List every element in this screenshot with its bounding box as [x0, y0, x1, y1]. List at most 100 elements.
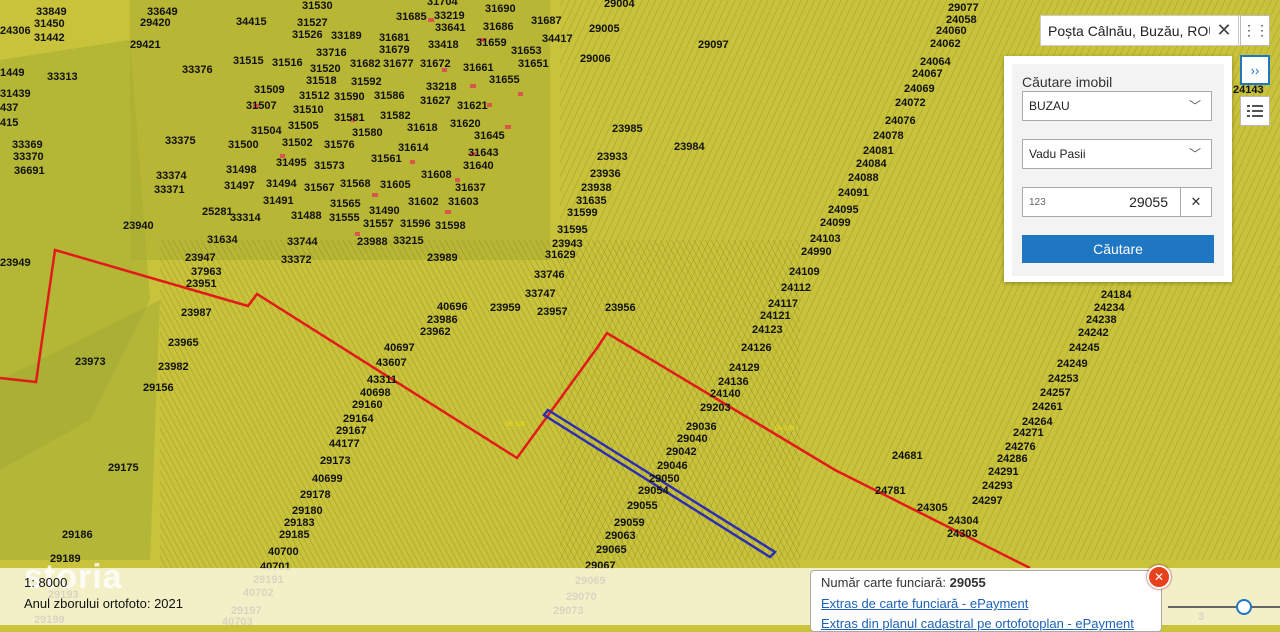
parcel-number-label: 29156	[143, 382, 174, 394]
parcel-number-label: 31576	[324, 139, 355, 151]
parcel-number-label: 33370	[13, 151, 44, 163]
parcel-number-label: 33374	[156, 170, 187, 182]
parcel-number-label: 31635	[576, 195, 607, 207]
cadastral-plan-link[interactable]: Extras din planul cadastral pe ortofotop…	[821, 616, 1134, 631]
property-number-input[interactable]: 29055	[1069, 194, 1180, 210]
parcel-info-popup: Număr carte funciară: 29055 Extras de ca…	[810, 570, 1162, 632]
panel-title: Căutare imobil	[1022, 74, 1113, 90]
parcel-number-label: 24293	[982, 480, 1013, 492]
parcel-number-label: 31682	[350, 58, 381, 70]
parcel-number-label: 29059	[614, 517, 645, 529]
parcel-number-label: 31495	[276, 157, 307, 169]
more-tools-button[interactable]: ⋮⋮	[1240, 15, 1270, 46]
parcel-number-label: 24271	[1013, 427, 1044, 439]
parcel-number-label: 31567	[304, 182, 335, 194]
parcel-number-label: 31505	[288, 120, 319, 132]
parcel-number-label: 31527	[297, 17, 328, 29]
parcel-number-label: 24990	[801, 246, 832, 258]
parcel-number-label: 24249	[1057, 358, 1088, 370]
parcel-number-label: 29063	[605, 530, 636, 542]
parcel-number-label: 31530	[302, 0, 333, 12]
parcel-number-label: 1449	[0, 67, 24, 79]
parcel-number-label: 29054	[638, 485, 669, 497]
number-icon: 123	[1029, 196, 1046, 208]
parcel-number-label: 31504	[251, 125, 282, 137]
parcel-number-label: 24088	[848, 172, 879, 184]
parcel-number-label: 40698	[360, 387, 391, 399]
parcel-number-label: 31586	[374, 90, 405, 102]
clear-number-icon[interactable]: ✕	[1180, 188, 1211, 216]
parcel-number-label: 31651	[518, 58, 549, 70]
parcel-number-label: 31627	[420, 95, 451, 107]
parcel-number-label: 29077	[948, 2, 979, 14]
locality-select[interactable]: Vadu Pasii ﹀	[1022, 139, 1212, 169]
parcel-number-label: 23959	[490, 302, 521, 314]
parcel-number-label: 29167	[336, 425, 367, 437]
search-property-button[interactable]: Căutare	[1022, 235, 1214, 263]
county-select[interactable]: BUZAU ﹀	[1022, 91, 1212, 121]
parcel-number-label: 31614	[398, 142, 429, 154]
parcel-number-label: 24109	[789, 266, 820, 278]
legend-button[interactable]	[1240, 96, 1270, 126]
parcel-number-label: 31510	[293, 104, 324, 116]
cf-extract-link[interactable]: Extras de carte funciară - ePayment	[821, 596, 1028, 611]
collapse-panel-button[interactable]: ››	[1240, 55, 1270, 85]
parcel-number-label: 33716	[316, 47, 347, 59]
parcel-number-label: 24234	[1094, 302, 1125, 314]
parcel-number-label: 33418	[428, 39, 459, 51]
parcel-number-label: 23985	[612, 123, 643, 135]
parcel-number-label: 24062	[930, 38, 961, 50]
opacity-slider-handle[interactable]	[1236, 599, 1252, 615]
parcel-number-label: 24123	[752, 324, 783, 336]
parcel-number-label: 29097	[698, 39, 729, 51]
parcel-number-label: 23956	[605, 302, 636, 314]
parcel-number-label: 29164	[343, 413, 374, 425]
parcel-number-label: 31439	[0, 88, 31, 100]
parcel-number-label: 23951	[186, 278, 217, 290]
parcel-number-label: 34417	[542, 33, 573, 45]
parcel-number-label: 31526	[292, 29, 323, 41]
parcel-number-label: 33375	[165, 135, 196, 147]
clear-search-icon[interactable]: ✕	[1210, 20, 1238, 41]
parcel-number-label: 23984	[674, 141, 705, 153]
cf-value: 29055	[949, 575, 986, 590]
parcel-number-label: 24069	[904, 83, 935, 95]
parcel-number-label: 24112	[781, 282, 811, 294]
parcel-number-label: 31581	[334, 112, 365, 124]
parcel-number-label: 29183	[284, 517, 315, 529]
parcel-number-label: 31655	[489, 74, 520, 86]
parcel-number-label: 23986	[427, 314, 458, 326]
parcel-number-label: 31704	[427, 0, 458, 8]
parcel-number-label: 24257	[1040, 387, 1071, 399]
parcel-number-label: 24078	[873, 130, 904, 142]
location-search[interactable]: Poșta Câlnău, Buzău, ROU ✕	[1040, 15, 1270, 46]
parcel-number-label: 29180	[292, 505, 323, 517]
parcel-number-label: 23940	[123, 220, 154, 232]
parcel-number-label: 415	[0, 117, 18, 129]
parcel-number-label: 31500	[228, 139, 259, 151]
property-number-field[interactable]: 123 29055 ✕	[1022, 187, 1212, 217]
parcel-number-label: 24304	[948, 515, 979, 527]
parcel-number-label: 31561	[371, 153, 402, 165]
orthophoto-year: Anul zborului ortofoto: 2021	[24, 596, 183, 611]
parcel-number-label: 31515	[233, 55, 264, 67]
parcel-number-label: 31599	[567, 207, 598, 219]
chevron-down-icon: ﹀	[1188, 99, 1201, 113]
search-input[interactable]: Poșta Câlnău, Buzău, ROU	[1041, 23, 1210, 39]
parcel-number-label: 40697	[384, 342, 415, 354]
double-chevron-right-icon: ››	[1250, 62, 1260, 78]
parcel-number-label: 31555	[329, 212, 360, 224]
opacity-slider-track[interactable]	[1168, 606, 1280, 608]
parcel-number-label: 31681	[379, 32, 410, 44]
close-popup-button[interactable]: ✕	[1147, 565, 1171, 589]
parcel-number-label: 24276	[1005, 441, 1036, 453]
parcel-number-label: 36691	[14, 165, 45, 177]
parcel-number-label: 31520	[310, 63, 341, 75]
parcel-number-label: 31620	[450, 118, 481, 130]
road-label: De 109	[775, 426, 795, 432]
parcel-number-label: 29005	[589, 23, 620, 35]
parcel-number-label: 29006	[580, 53, 611, 65]
parcel-number-label: 24140	[710, 388, 741, 400]
parcel-number-label: 31595	[557, 224, 588, 236]
parcel-number-label: 31672	[420, 58, 451, 70]
